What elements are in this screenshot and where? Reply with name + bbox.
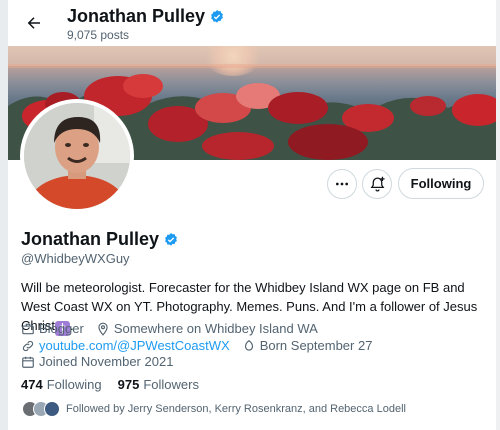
briefcase-icon bbox=[21, 322, 35, 336]
following-count: 474 bbox=[21, 377, 43, 392]
following-button[interactable]: Following bbox=[398, 168, 484, 199]
profile-location: Somewhere on Whidbey Island WA bbox=[113, 321, 318, 336]
followed-by-text: Followed by Jerry Senderson, Kerry Rosen… bbox=[66, 403, 406, 415]
avatar[interactable] bbox=[20, 99, 134, 213]
more-button[interactable] bbox=[327, 169, 357, 199]
profile-birthday: Born September 27 bbox=[259, 338, 373, 353]
followed-by-avatars bbox=[22, 401, 60, 417]
profile-header-bar: Jonathan Pulley 9,075 posts bbox=[8, 0, 496, 46]
profile-joined: Joined November 2021 bbox=[39, 354, 174, 369]
calendar-icon bbox=[21, 355, 35, 369]
following-count-link[interactable]: 474 Following bbox=[21, 377, 102, 392]
birthday-icon bbox=[242, 339, 256, 353]
following-label: Following bbox=[46, 377, 102, 392]
profile-category: Blogger bbox=[39, 321, 84, 336]
bell-plus-icon bbox=[370, 176, 385, 191]
profile-meta-row-3: Joined November 2021 bbox=[21, 354, 173, 369]
verified-badge-icon bbox=[211, 9, 223, 23]
header-title: Jonathan Pulley bbox=[67, 6, 225, 27]
window-edge-left bbox=[0, 0, 8, 430]
profile-meta-row-2: youtube.com/@JPWestCoastWX Born Septembe… bbox=[21, 338, 372, 353]
header-name: Jonathan Pulley bbox=[67, 6, 206, 26]
profile-name-text: Jonathan Pulley bbox=[21, 229, 160, 249]
followers-count: 975 bbox=[117, 377, 140, 392]
post-count: 9,075 posts bbox=[67, 28, 130, 42]
followers-label: Followers bbox=[143, 377, 199, 392]
profile-name: Jonathan Pulley bbox=[21, 229, 179, 250]
follow-counts: 474 Following 975 Followers bbox=[21, 377, 199, 392]
avatar-photo bbox=[24, 103, 130, 209]
location-icon bbox=[96, 322, 110, 336]
back-button[interactable] bbox=[20, 9, 48, 37]
profile-meta-row-1: Blogger Somewhere on Whidbey Island WA bbox=[21, 321, 318, 336]
window-edge-right bbox=[496, 0, 500, 430]
profile-handle: @WhidbeyWXGuy bbox=[21, 251, 130, 266]
profile-website-link[interactable]: youtube.com/@JPWestCoastWX bbox=[39, 338, 230, 353]
followed-by-row[interactable]: Followed by Jerry Senderson, Kerry Rosen… bbox=[22, 401, 406, 417]
followers-count-link[interactable]: 975 Followers bbox=[118, 377, 199, 392]
link-icon bbox=[21, 339, 35, 353]
more-icon bbox=[336, 182, 348, 186]
back-arrow-icon bbox=[27, 17, 40, 29]
verified-badge-icon bbox=[165, 232, 177, 246]
notifications-button[interactable] bbox=[362, 169, 392, 199]
mini-avatar bbox=[44, 401, 60, 417]
